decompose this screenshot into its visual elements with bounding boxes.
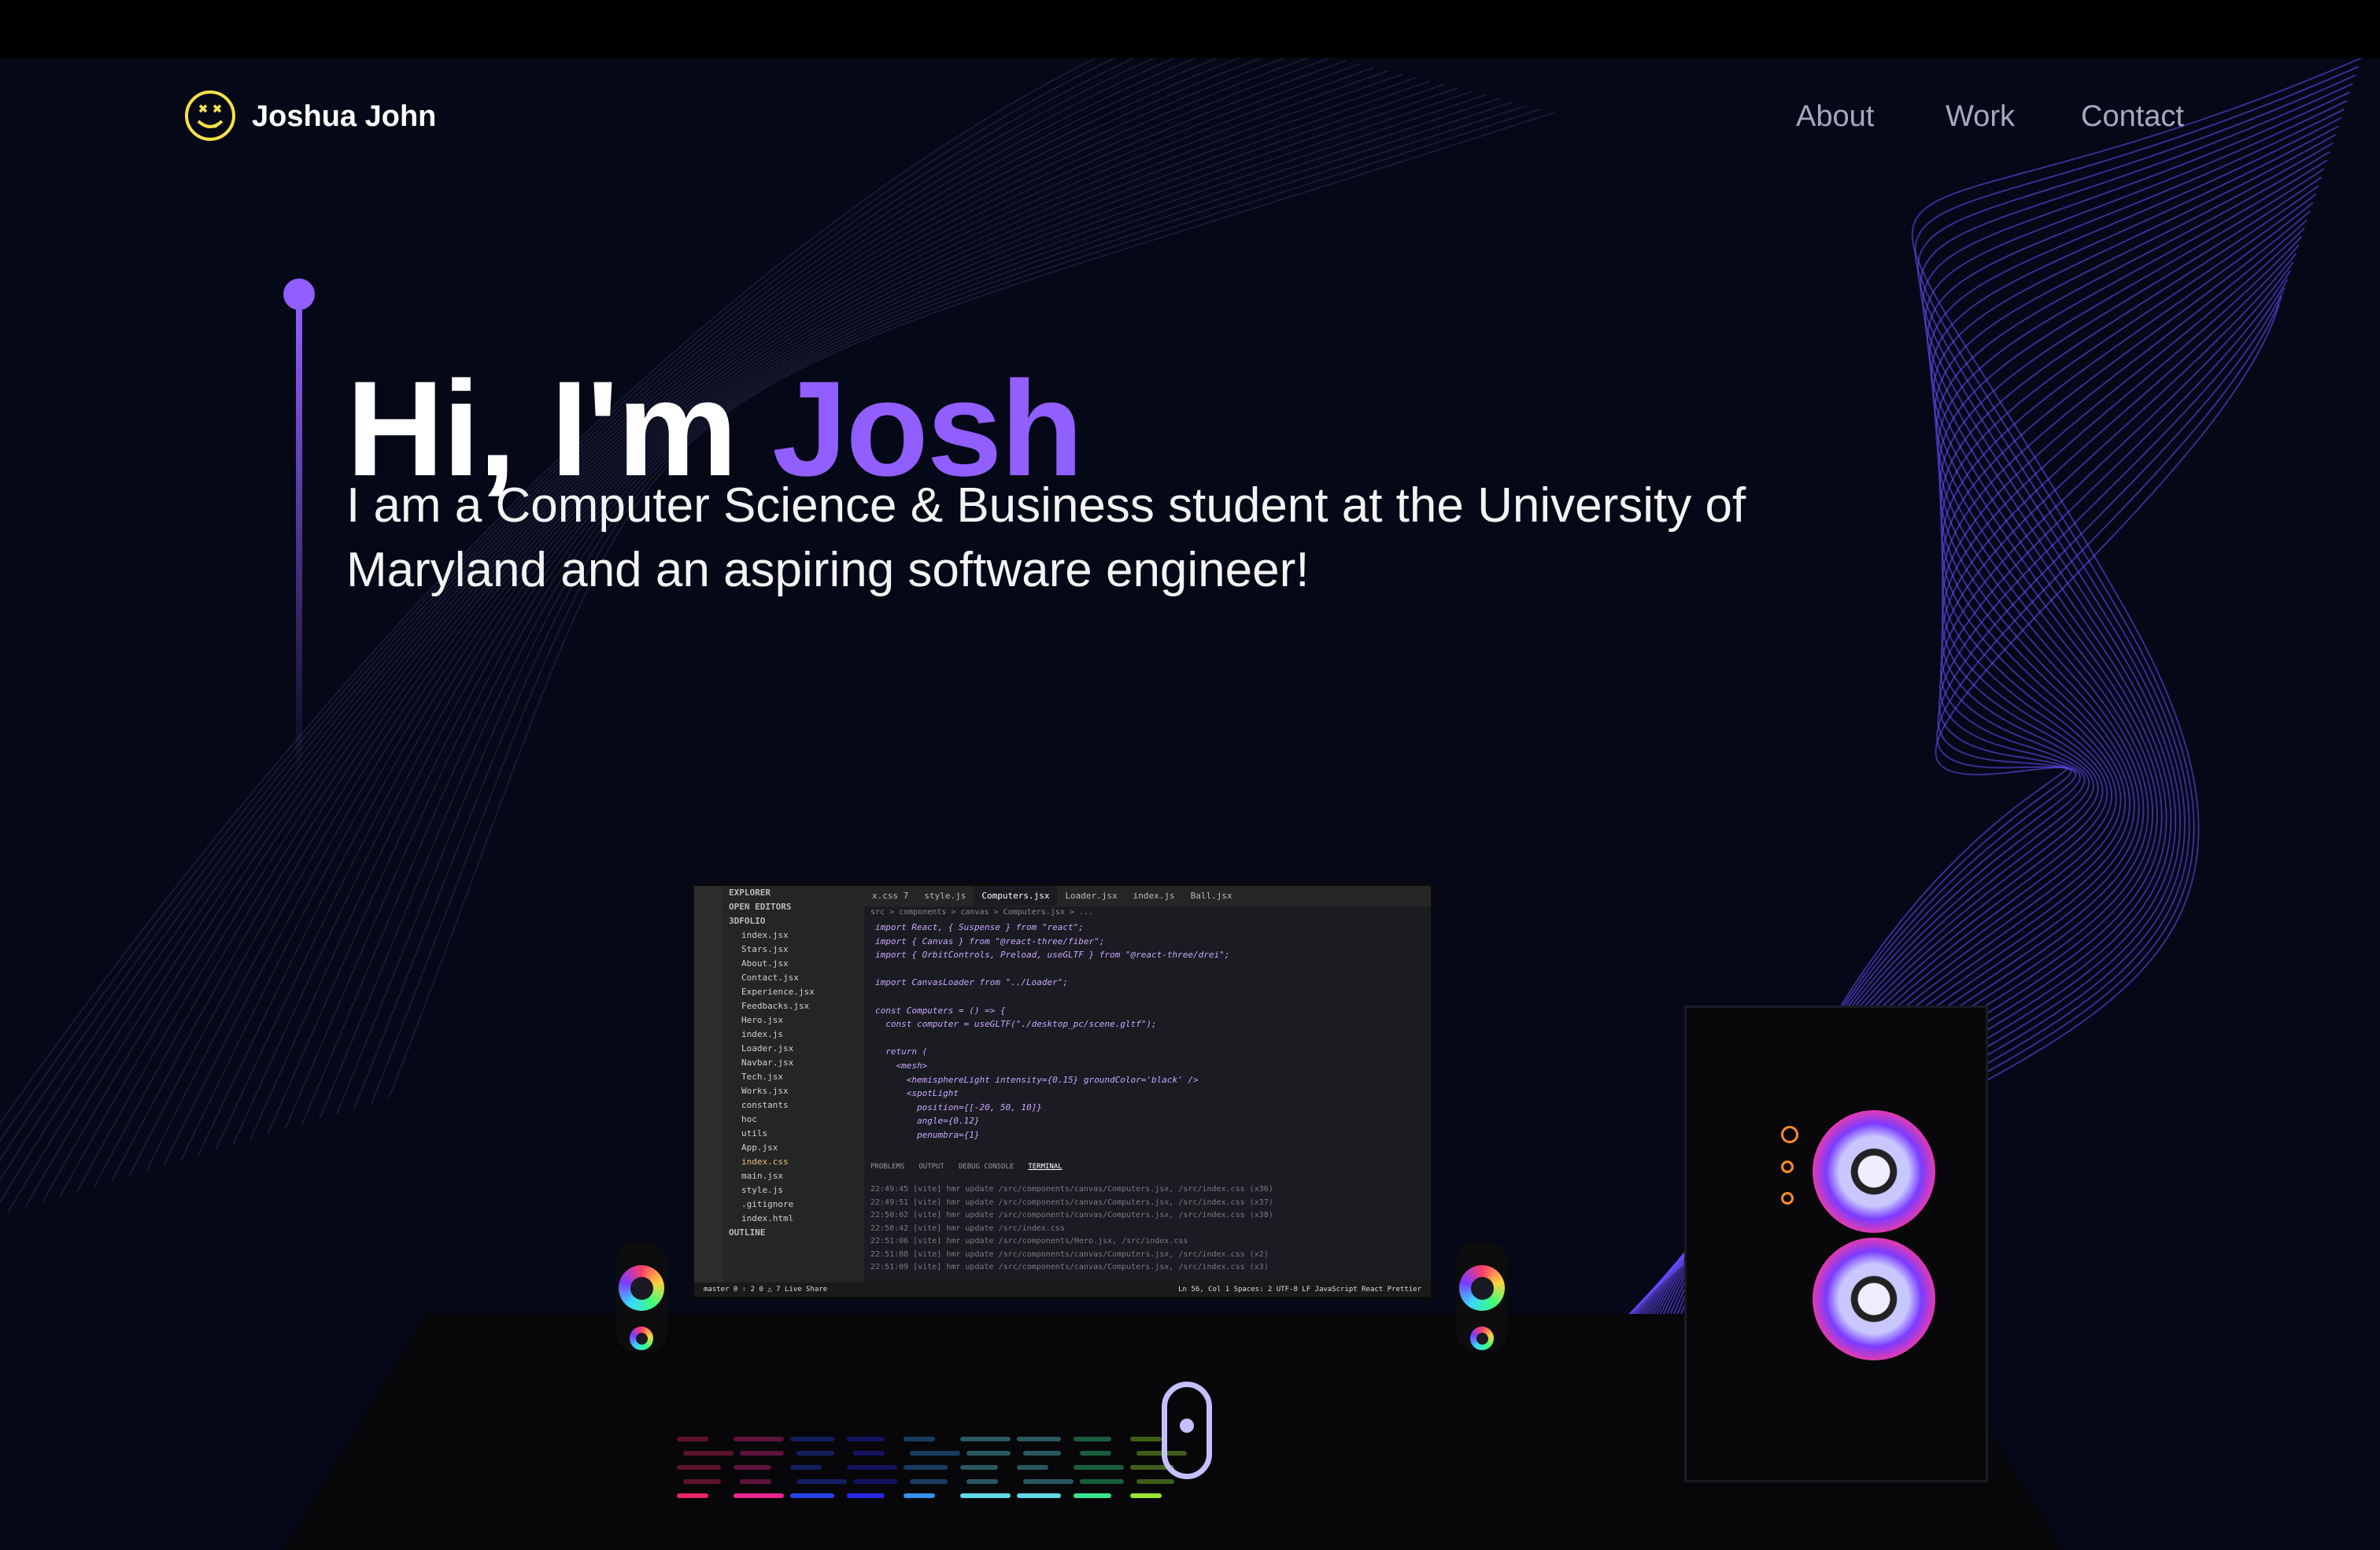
explorer-row[interactable]: OPEN EDITORS <box>722 900 864 914</box>
panel-tab[interactable]: TERMINAL <box>1028 1163 1062 1171</box>
nav-link-contact[interactable]: Contact <box>2081 96 2184 137</box>
editor-tab[interactable]: Computers.jsx <box>974 886 1058 906</box>
explorer-row[interactable]: EXPLORER <box>722 886 864 900</box>
code-line: import React, { Suspense } from "react"; <box>875 922 1084 932</box>
explorer-row[interactable]: Experience.jsx <box>722 985 864 999</box>
editor-tab[interactable]: index.js <box>1125 886 1183 906</box>
explorer-row[interactable]: Hero.jsx <box>722 1013 864 1028</box>
nav-link-work[interactable]: Work <box>1946 96 2015 137</box>
terminal-line: 22:51:08 [vite] hmr update /src/componen… <box>870 1249 1269 1259</box>
explorer-row[interactable]: Feedbacks.jsx <box>722 999 864 1013</box>
editor-status-bar: master 0 : 2 0 △ 7 Live Share Ln 56, Col… <box>694 1282 1431 1297</box>
explorer-row[interactable]: OUTLINE <box>722 1226 864 1240</box>
editor-tab[interactable]: style.js <box>916 886 974 906</box>
editor-explorer: EXPLORER OPEN EDITORS 3DFOLIO index.jsx Star… <box>722 886 864 1297</box>
code-line: penumbra={1} <box>875 1129 980 1140</box>
explorer-row[interactable]: App.jsx <box>722 1141 864 1155</box>
explorer-row[interactable]: Loader.jsx <box>722 1042 864 1056</box>
explorer-row[interactable]: About.jsx <box>722 957 864 971</box>
code-lines: import React, { Suspense } from "react";… <box>875 921 1229 1142</box>
explorer-row[interactable]: 3DFOLIO <box>722 914 864 928</box>
wave-line <box>1642 279 2289 1545</box>
explorer-row[interactable]: Navbar.jsx <box>722 1056 864 1070</box>
code-line: <hemisphereLight intensity={0.15} ground… <box>875 1074 1199 1085</box>
code-line: <mesh> <box>875 1060 928 1071</box>
terminal-line: 22:51:09 [vite] hmr update /src/componen… <box>870 1263 1269 1271</box>
code-line: import CanvasLoader from "../Loader"; <box>875 977 1069 988</box>
wave-line <box>1630 261 2294 1545</box>
terminal-line: 22:49:45 [vite] hmr update /src/componen… <box>870 1185 1273 1194</box>
terminal-line: 22:51:06 [vite] hmr update /src/componen… <box>870 1237 1188 1246</box>
monitor-screen: EXPLORER OPEN EDITORS 3DFOLIO index.jsx Star… <box>691 883 1434 1300</box>
nav-link-about[interactable]: About <box>1796 96 1874 137</box>
code-line: import { Canvas } from "@react-three/fib… <box>875 936 1105 947</box>
status-right: Ln 56, Col 1 Spaces: 2 UTF-8 LF JavaScri… <box>1178 1286 1421 1294</box>
explorer-row[interactable]: main.jsx <box>722 1169 864 1183</box>
wave-lines-background <box>0 58 2362 1545</box>
wave-line <box>1545 134 2337 1545</box>
explorer-row[interactable]: index.html <box>722 1212 864 1226</box>
terminal-line: 22:50:42 [vite] hmr update /src/index.cs… <box>870 1223 1065 1233</box>
explorer-row[interactable]: style.js <box>722 1183 864 1198</box>
explorer-row[interactable]: index.jsx <box>722 928 864 943</box>
terminal-line: 22:50:02 [vite] hmr update /src/componen… <box>870 1211 1273 1220</box>
window-top-bar <box>0 0 2380 58</box>
editor-tabs: x.css 7 style.js Computers.jsx Loader.jsx in… <box>864 886 1431 906</box>
status-left: master 0 : 2 0 △ 7 Live Share <box>704 1286 828 1294</box>
brand-name[interactable]: Joshua John <box>252 96 436 137</box>
scroll-mouse-icon[interactable] <box>1162 1382 1212 1479</box>
explorer-row[interactable]: .gitignore <box>722 1198 864 1212</box>
wave-line <box>1573 176 2323 1545</box>
panel-tab[interactable]: PROBLEMS <box>870 1163 904 1171</box>
wave-line <box>1602 219 2308 1545</box>
editor-breadcrumb: src > components > canvas > Computers.js… <box>870 908 1093 917</box>
explorer-row[interactable]: index.js <box>722 1028 864 1042</box>
explorer-row[interactable]: index.css <box>722 1155 864 1169</box>
editor-activity-bar <box>694 886 722 1297</box>
smiley-face-logo-icon[interactable] <box>184 90 236 142</box>
explorer-row[interactable]: Works.jsx <box>722 1084 864 1098</box>
explorer-row[interactable]: Stars.jsx <box>722 943 864 957</box>
editor-tab[interactable]: Ball.jsx <box>1183 886 1240 906</box>
explorer-row[interactable]: hoc <box>722 1113 864 1127</box>
wave-line <box>1608 227 2305 1545</box>
hero-timeline-line <box>296 308 302 781</box>
explorer-row[interactable]: Tech.jsx <box>722 1070 864 1084</box>
panel-tab[interactable]: OUTPUT <box>918 1163 944 1171</box>
wave-line <box>1500 65 2359 1545</box>
code-editor: x.css 7 style.js Computers.jsx Loader.jsx in… <box>864 886 1431 1297</box>
panel-tabs: PROBLEMS OUTPUT DEBUG CONSOLE TERMINAL <box>870 1163 1077 1171</box>
hero-subtitle: I am a Computer Science & Business stude… <box>346 478 1746 597</box>
code-line: <spotLight <box>875 1088 959 1099</box>
explorer-row[interactable]: constants <box>722 1098 864 1113</box>
code-line: position={[-20, 50, 10]} <box>875 1102 1042 1113</box>
explorer-row[interactable]: Contact.jsx <box>722 971 864 985</box>
hero-timeline-dot <box>283 279 315 310</box>
code-line: return ( <box>875 1046 928 1057</box>
terminal-output: 22:49:45 [vite] hmr update /src/componen… <box>870 1183 1273 1275</box>
panel-tab[interactable]: DEBUG CONSOLE <box>959 1163 1014 1171</box>
code-line: import { OrbitControls, Preload, useGLTF… <box>875 950 1230 961</box>
editor-tab[interactable]: Loader.jsx <box>1057 886 1125 906</box>
editor-tab[interactable]: x.css 7 <box>864 886 916 906</box>
terminal-line: 22:49:51 [vite] hmr update /src/componen… <box>870 1198 1273 1207</box>
explorer-row[interactable]: utils <box>722 1127 864 1141</box>
code-line: const Computers = () => { <box>875 1005 1006 1016</box>
code-line: const computer = useGLTF("./desktop_pc/s… <box>875 1019 1157 1030</box>
code-line: angle={0.12} <box>875 1116 980 1127</box>
